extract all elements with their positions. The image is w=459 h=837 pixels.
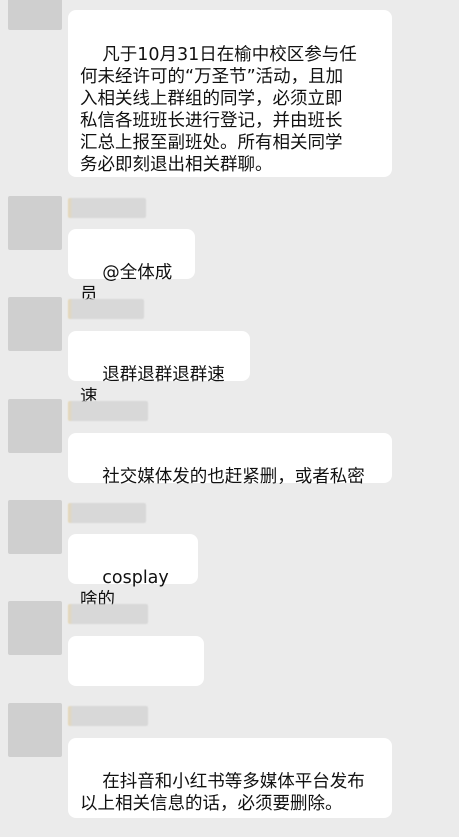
message-text: 在抖音和小红书等多媒体平台发布 以上相关信息的话，必须要删除。 — [80, 772, 365, 814]
avatar[interactable] — [8, 0, 62, 30]
sender-name — [68, 198, 146, 218]
folded-hands-icon — [160, 694, 182, 759]
message-bubble[interactable] — [68, 636, 204, 759]
message-bubble[interactable]: 退群退群退群速速 — [68, 331, 250, 407]
avatar[interactable] — [8, 500, 62, 554]
chat-window: 凡于10月31日在榆中校区参与任 何未经许可的“万圣节”活动，且加 入相关线上群… — [0, 0, 459, 818]
message-bubble[interactable]: 在抖音和小红书等多媒体平台发布 以上相关信息的话，必须要删除。 — [68, 738, 392, 818]
sender-name — [68, 706, 148, 726]
message-bubble[interactable]: 社交媒体发的也赶紧删，或者私密 — [68, 433, 392, 487]
sender-name — [68, 503, 146, 523]
avatar[interactable] — [8, 703, 62, 757]
avatar[interactable] — [8, 399, 62, 453]
message-bubble[interactable]: @全体成员 — [68, 229, 195, 305]
message-text: 凡于10月31日在榆中校区参与任 何未经许可的“万圣节”活动，且加 入相关线上群… — [80, 45, 357, 175]
message-bubble[interactable]: cosplay啥的 — [68, 534, 198, 610]
sender-name — [68, 401, 148, 421]
avatar[interactable] — [8, 196, 62, 250]
avatar[interactable] — [8, 297, 62, 351]
message-bubble[interactable]: 凡于10月31日在榆中校区参与任 何未经许可的“万圣节”活动，且加 入相关线上群… — [68, 10, 392, 177]
message-text: 社交媒体发的也赶紧删，或者私密 — [102, 467, 365, 487]
sender-name — [68, 299, 144, 319]
avatar[interactable] — [8, 601, 62, 655]
sender-name — [68, 604, 148, 624]
